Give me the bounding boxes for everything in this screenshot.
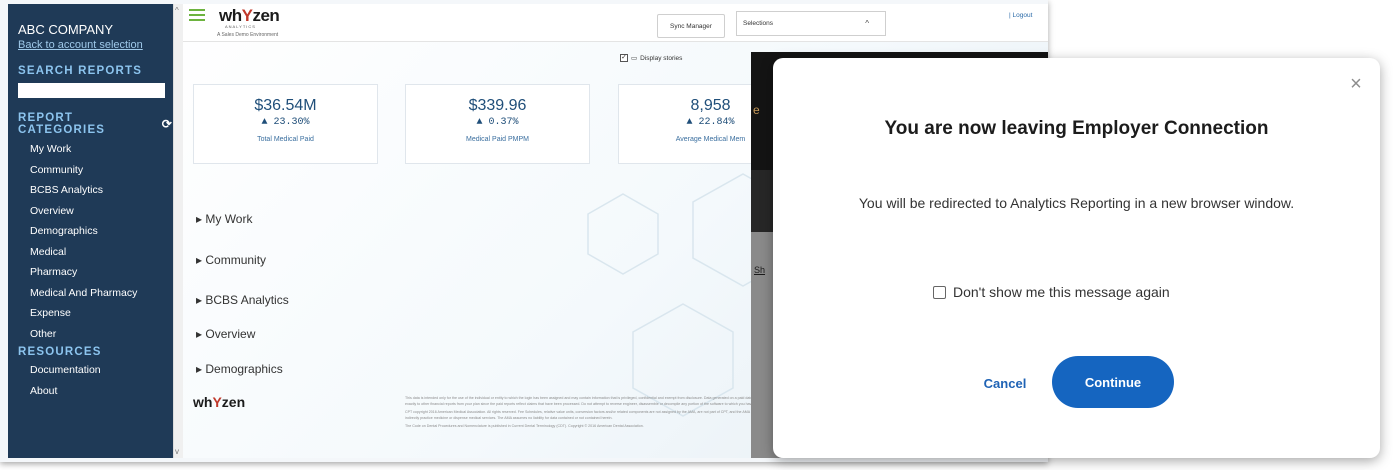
sidebar-item-bcbs-analytics[interactable]: BCBS Analytics (18, 180, 173, 201)
search-reports-heading: SEARCH REPORTS (18, 65, 143, 77)
hamburger-menu-icon[interactable] (189, 9, 205, 21)
kpi-value: $339.96 (468, 97, 527, 114)
section-demographics[interactable]: ▸ Demographics (196, 362, 283, 376)
top-bar: whYzen ANALYTICS A Sales Demo Environmen… (183, 4, 1048, 42)
kpi-name: Total Medical Paid (257, 136, 314, 143)
sidebar-item-about[interactable]: About (18, 381, 173, 402)
sidebar-item-medical[interactable]: Medical (18, 242, 173, 263)
dialog-title: You are now leaving Employer Connection (884, 118, 1269, 139)
kpi-card-medical-paid-pmpm[interactable]: $339.96 ▲ 0.37% Medical Paid PMPM (405, 84, 590, 164)
book-icon: ▭ (631, 55, 638, 62)
logout-link[interactable]: | Logout (1009, 12, 1032, 19)
section-my-work[interactable]: ▸ My Work (196, 212, 252, 226)
dialog-message: You will be redirected to Analytics Repo… (858, 195, 1295, 211)
sidebar-item-my-work[interactable]: My Work (18, 139, 173, 160)
sidebar-scrollbar[interactable]: ^ v (173, 4, 183, 458)
display-stories-label: Display stories (640, 54, 683, 62)
partial-background-link: Sh (754, 265, 766, 275)
chevron-up-icon: ^ (865, 19, 869, 28)
footer-paragraph: CPT copyright 2016 American Medical Asso… (405, 410, 782, 420)
sidebar: ABC COMPANY Back to account selection SE… (8, 4, 173, 458)
sidebar-item-medical-and-pharmacy[interactable]: Medical And Pharmacy (18, 283, 173, 304)
whyzen-logo: whYzen (219, 6, 280, 25)
close-icon[interactable]: × (1346, 74, 1366, 94)
dont-show-again-label: Don't show me this message again (953, 284, 1170, 300)
section-community[interactable]: ▸ Community (196, 253, 266, 267)
kpi-change: ▲ 23.30% (261, 117, 310, 128)
section-overview[interactable]: ▸ Overview (196, 327, 255, 341)
report-categories-heading: REPORT CATEGORIES ⟳ (18, 112, 173, 136)
selections-dropdown[interactable]: Selections ^ (736, 11, 886, 36)
leaving-site-dialog: × You are now leaving Employer Connectio… (773, 58, 1380, 458)
scroll-down-icon[interactable]: v (175, 447, 179, 456)
kpi-value: $36.54M (254, 97, 317, 114)
footer-paragraph: The Code on Dental Procedures and Nomenc… (405, 424, 644, 429)
sidebar-item-other[interactable]: Other (18, 324, 173, 345)
footer-disclaimer: This data is intended only for the use o… (405, 396, 785, 433)
sidebar-item-community[interactable]: Community (18, 160, 173, 181)
resources-list: Documentation About (18, 360, 173, 401)
selections-label: Selections (743, 20, 773, 27)
kpi-card-total-medical-paid[interactable]: $36.54M ▲ 23.30% Total Medical Paid (193, 84, 378, 164)
back-to-account-link[interactable]: Back to account selection (18, 39, 173, 51)
checkbox-checked-icon[interactable]: ✓ (620, 54, 628, 62)
sync-manager-button[interactable]: Sync Manager (657, 14, 725, 38)
footer-paragraph: This data is intended only for the use o… (405, 396, 782, 406)
continue-button[interactable]: Continue (1052, 356, 1174, 408)
logo-subtitle: ANALYTICS (225, 24, 256, 29)
sidebar-item-overview[interactable]: Overview (18, 201, 173, 222)
search-reports-input[interactable] (18, 83, 165, 98)
display-stories-toggle[interactable]: ✓ ▭ Display stories (620, 54, 682, 62)
scroll-up-icon[interactable]: ^ (175, 6, 179, 15)
sidebar-item-documentation[interactable]: Documentation (18, 360, 173, 381)
checkbox-unchecked-icon[interactable] (933, 285, 946, 299)
footer-whyzen-logo: whYzen (193, 394, 246, 410)
cancel-button[interactable]: Cancel (965, 365, 1045, 401)
dont-show-again-checkbox[interactable]: Don't show me this message again (933, 284, 1170, 300)
resources-heading: RESOURCES (18, 346, 102, 358)
kpi-name: Medical Paid PMPM (465, 136, 530, 143)
tagline: A Sales Demo Environment (217, 32, 279, 38)
section-bcbs-analytics[interactable]: ▸ BCBS Analytics (196, 293, 289, 307)
category-list: My Work Community BCBS Analytics Overvie… (18, 139, 173, 344)
partial-background-text: e (753, 103, 760, 117)
report-categories-label: REPORT CATEGORIES (18, 112, 106, 136)
sidebar-item-pharmacy[interactable]: Pharmacy (18, 262, 173, 283)
sidebar-item-expense[interactable]: Expense (18, 303, 173, 324)
refresh-icon[interactable]: ⟳ (162, 117, 173, 131)
company-name: ABC COMPANY (18, 22, 114, 37)
sidebar-item-demographics[interactable]: Demographics (18, 221, 173, 242)
kpi-change: ▲ 0.37% (476, 117, 519, 128)
